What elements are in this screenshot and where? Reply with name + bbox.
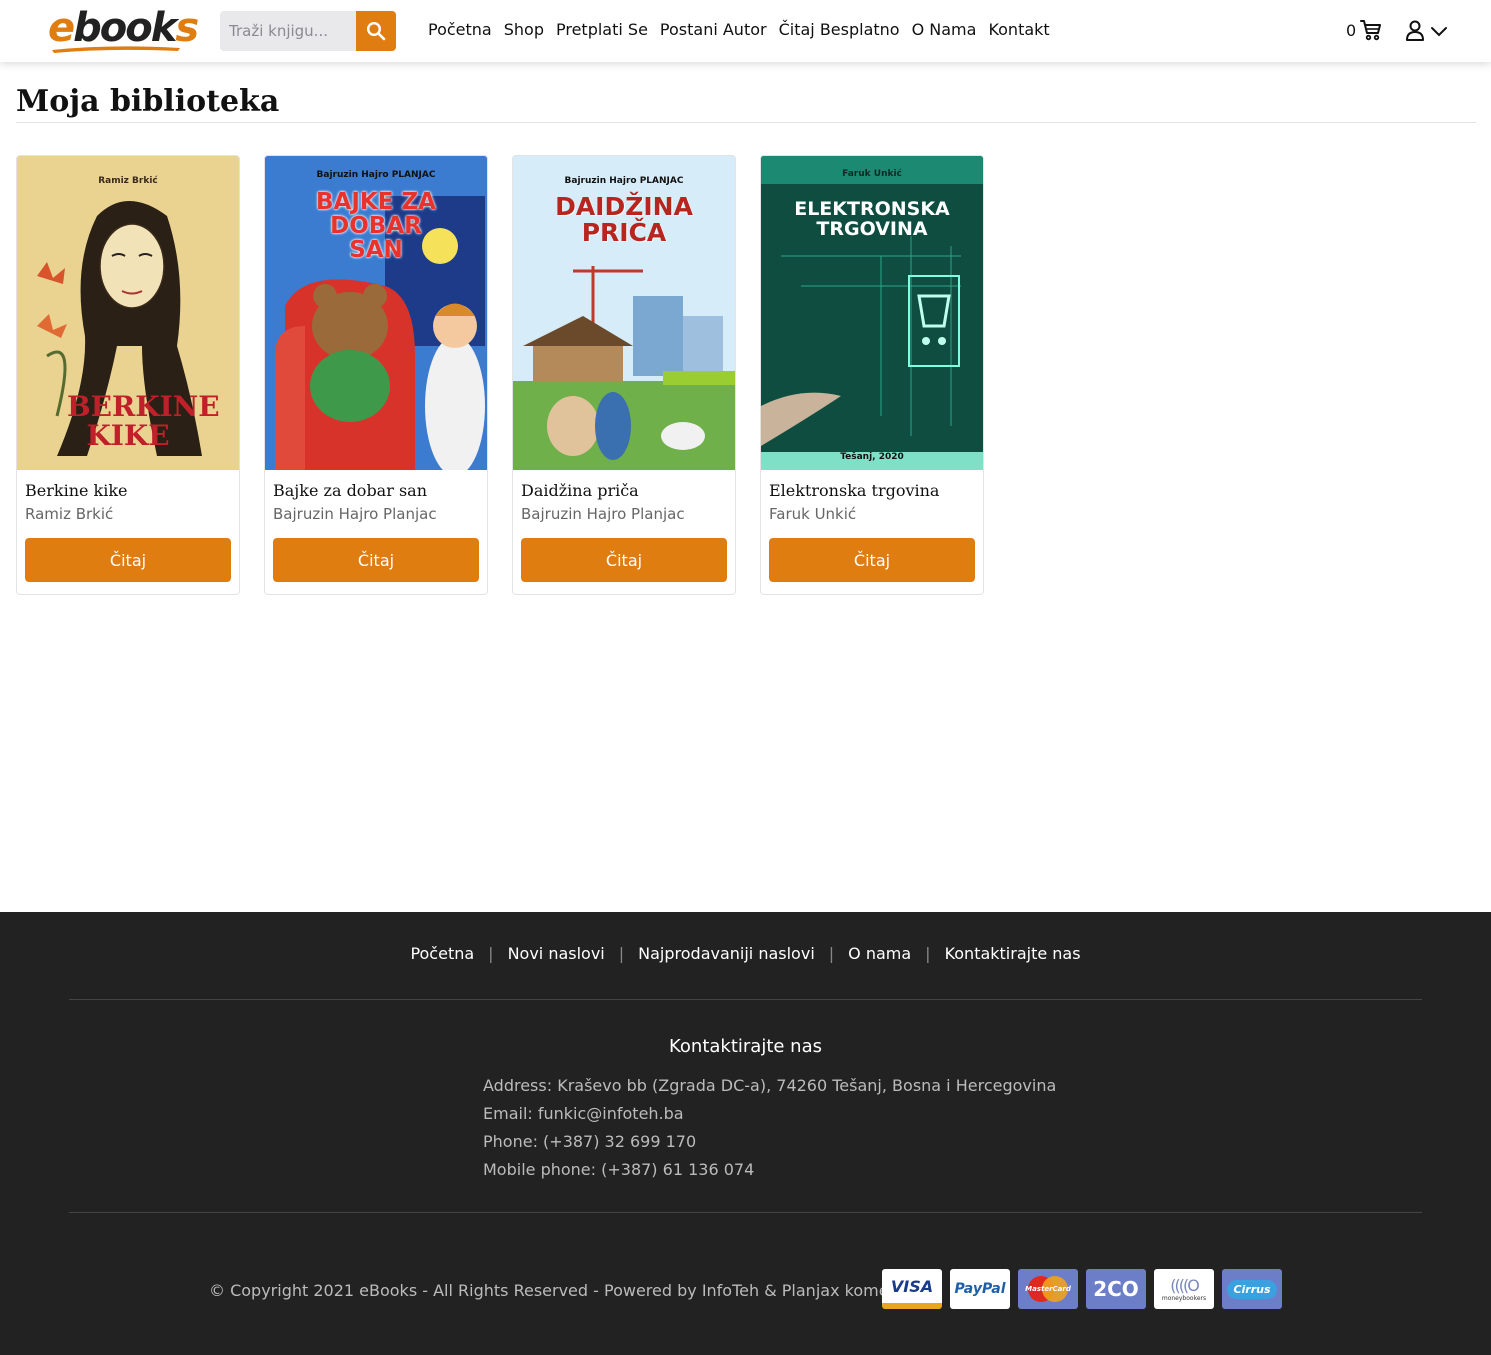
contact-info: Address: Kraševo bb (Zgrada DC-a), 74260… <box>483 1072 1056 1184</box>
cart-button[interactable]: 0 <box>1346 18 1383 42</box>
book-cover[interactable]: Bajruzin Hajro PLANJAC BAJKE ZA DOBAR SA… <box>265 156 487 470</box>
book-author: Ramiz Brkić <box>25 505 114 523</box>
logo-swoosh <box>52 46 180 53</box>
user-icon <box>1406 20 1424 41</box>
search-input[interactable] <box>220 11 356 51</box>
payment-methods: VISA PayPal MasterCard 2CO ((((O moneybo… <box>882 1269 1282 1309</box>
book-card: Bajruzin Hajro PLANJAC DAIDŽINA PRIČA Da… <box>512 155 736 595</box>
visa-icon: VISA <box>882 1269 942 1309</box>
cirrus-icon: Cirrus <box>1222 1269 1282 1309</box>
search-bar <box>220 11 396 51</box>
book-author: Bajruzin Hajro Planjac <box>273 505 437 523</box>
2co-icon: 2CO <box>1086 1269 1146 1309</box>
ebooks-logo[interactable]: ebooks <box>48 6 199 53</box>
footer-link-o-nama[interactable]: O nama <box>848 944 911 963</box>
footer-link-najprodavaniji[interactable]: Najprodavaniji naslovi <box>638 944 815 963</box>
book-title[interactable]: Bajke za dobar san <box>273 481 427 500</box>
site-footer: Početna | Novi naslovi | Najprodavaniji nasl… <box>0 912 1491 1355</box>
cover-author: Ramiz Brkić <box>98 176 158 186</box>
nav-item-citaj-besplatno[interactable]: Čitaj Besplatno <box>779 20 900 39</box>
nav-item-pocetna[interactable]: Početna <box>428 20 492 39</box>
footer-link-kontakt[interactable]: Kontaktirajte nas <box>945 944 1081 963</box>
book-cover[interactable]: Ramiz Brkić BERKINE KIKE <box>17 156 239 470</box>
book-title[interactable]: Daidžina priča <box>521 481 639 500</box>
contact-title: Kontaktirajte nas <box>669 1036 822 1057</box>
nav-item-o-nama[interactable]: O Nama <box>912 20 977 39</box>
moneybookers-icon: ((((O moneybookers <box>1154 1269 1214 1309</box>
book-card: Ramiz Brkić BERKINE KIKE Berkine kike Ra… <box>16 155 240 595</box>
copyright: © Copyright 2021 eBooks - All Rights Res… <box>209 1281 904 1300</box>
footer-link-novi-naslovi[interactable]: Novi naslovi <box>508 944 605 963</box>
main-nav: Početna Shop Pretplati Se Postani Autor … <box>428 20 1050 39</box>
cover-title: BAJKE ZA DOBAR SAN <box>316 189 436 264</box>
contact-mobile[interactable]: Mobile phone: (+387) 61 136 074 <box>483 1156 1056 1184</box>
contact-address: Address: Kraševo bb (Zgrada DC-a), 74260… <box>483 1076 1057 1095</box>
footer-separator: | <box>925 944 931 963</box>
title-divider <box>16 122 1476 123</box>
cover-author: Faruk Unkić <box>842 169 902 179</box>
book-cover[interactable]: Faruk Unkić ELEKTRONSKA TRGOVINA Tešanj,… <box>761 156 983 470</box>
page-title: Moja biblioteka <box>16 84 280 119</box>
footer-separator: | <box>828 944 835 963</box>
cover-year: Tešanj, 2020 <box>840 452 904 462</box>
cover-title: ELEKTRONSKA TRGOVINA <box>794 198 950 240</box>
cover-author: Bajruzin Hajro PLANJAC <box>564 176 684 186</box>
site-header: ebooks Početna Shop Pretplati Se Postani… <box>0 0 1491 62</box>
book-author: Bajruzin Hajro Planjac <box>521 505 685 523</box>
nav-item-kontakt[interactable]: Kontakt <box>988 20 1049 39</box>
paypal-icon: PayPal <box>950 1269 1010 1309</box>
book-card: Bajruzin Hajro PLANJAC BAJKE ZA DOBAR SA… <box>264 155 488 595</box>
read-button[interactable]: Čitaj <box>769 538 975 582</box>
footer-link-pocetna[interactable]: Početna <box>410 944 474 963</box>
chevron-down-icon <box>1431 27 1447 37</box>
search-button[interactable] <box>356 11 396 51</box>
user-menu[interactable] <box>1404 19 1448 43</box>
book-cover[interactable]: Bajruzin Hajro PLANJAC DAIDŽINA PRIČA <box>513 156 735 470</box>
book-card: Faruk Unkić ELEKTRONSKA TRGOVINA Tešanj,… <box>760 155 984 595</box>
cover-author: Bajruzin Hajro PLANJAC <box>316 170 436 180</box>
book-title[interactable]: Elektronska trgovina <box>769 481 939 500</box>
book-title[interactable]: Berkine kike <box>25 481 128 500</box>
read-button[interactable]: Čitaj <box>521 538 727 582</box>
cart-icon <box>1360 20 1382 41</box>
footer-divider <box>69 1212 1422 1213</box>
nav-item-pretplati-se[interactable]: Pretplati Se <box>556 20 648 39</box>
footer-divider <box>69 999 1422 1000</box>
cart-count: 0 <box>1346 20 1357 40</box>
nav-item-shop[interactable]: Shop <box>504 20 544 39</box>
read-button[interactable]: Čitaj <box>273 538 479 582</box>
contact-email[interactable]: Email: funkic@infoteh.ba <box>483 1100 1056 1128</box>
cover-title: BERKINE KIKE <box>67 390 220 453</box>
nav-item-postani-autor[interactable]: Postani Autor <box>660 20 767 39</box>
footer-separator: | <box>618 944 625 963</box>
cover-title: DAIDŽINA PRIČA <box>555 192 693 248</box>
footer-separator: | <box>488 944 494 963</box>
search-icon <box>366 21 386 41</box>
contact-phone[interactable]: Phone: (+387) 32 699 170 <box>483 1128 1056 1156</box>
mastercard-icon: MasterCard <box>1018 1269 1078 1309</box>
book-author: Faruk Unkić <box>769 505 857 523</box>
footer-nav: Početna | Novi naslovi | Najprodavaniji nasl… <box>0 944 1491 963</box>
book-list: Ramiz Brkić BERKINE KIKE Berkine kike Ra… <box>16 155 984 595</box>
read-button[interactable]: Čitaj <box>25 538 231 582</box>
